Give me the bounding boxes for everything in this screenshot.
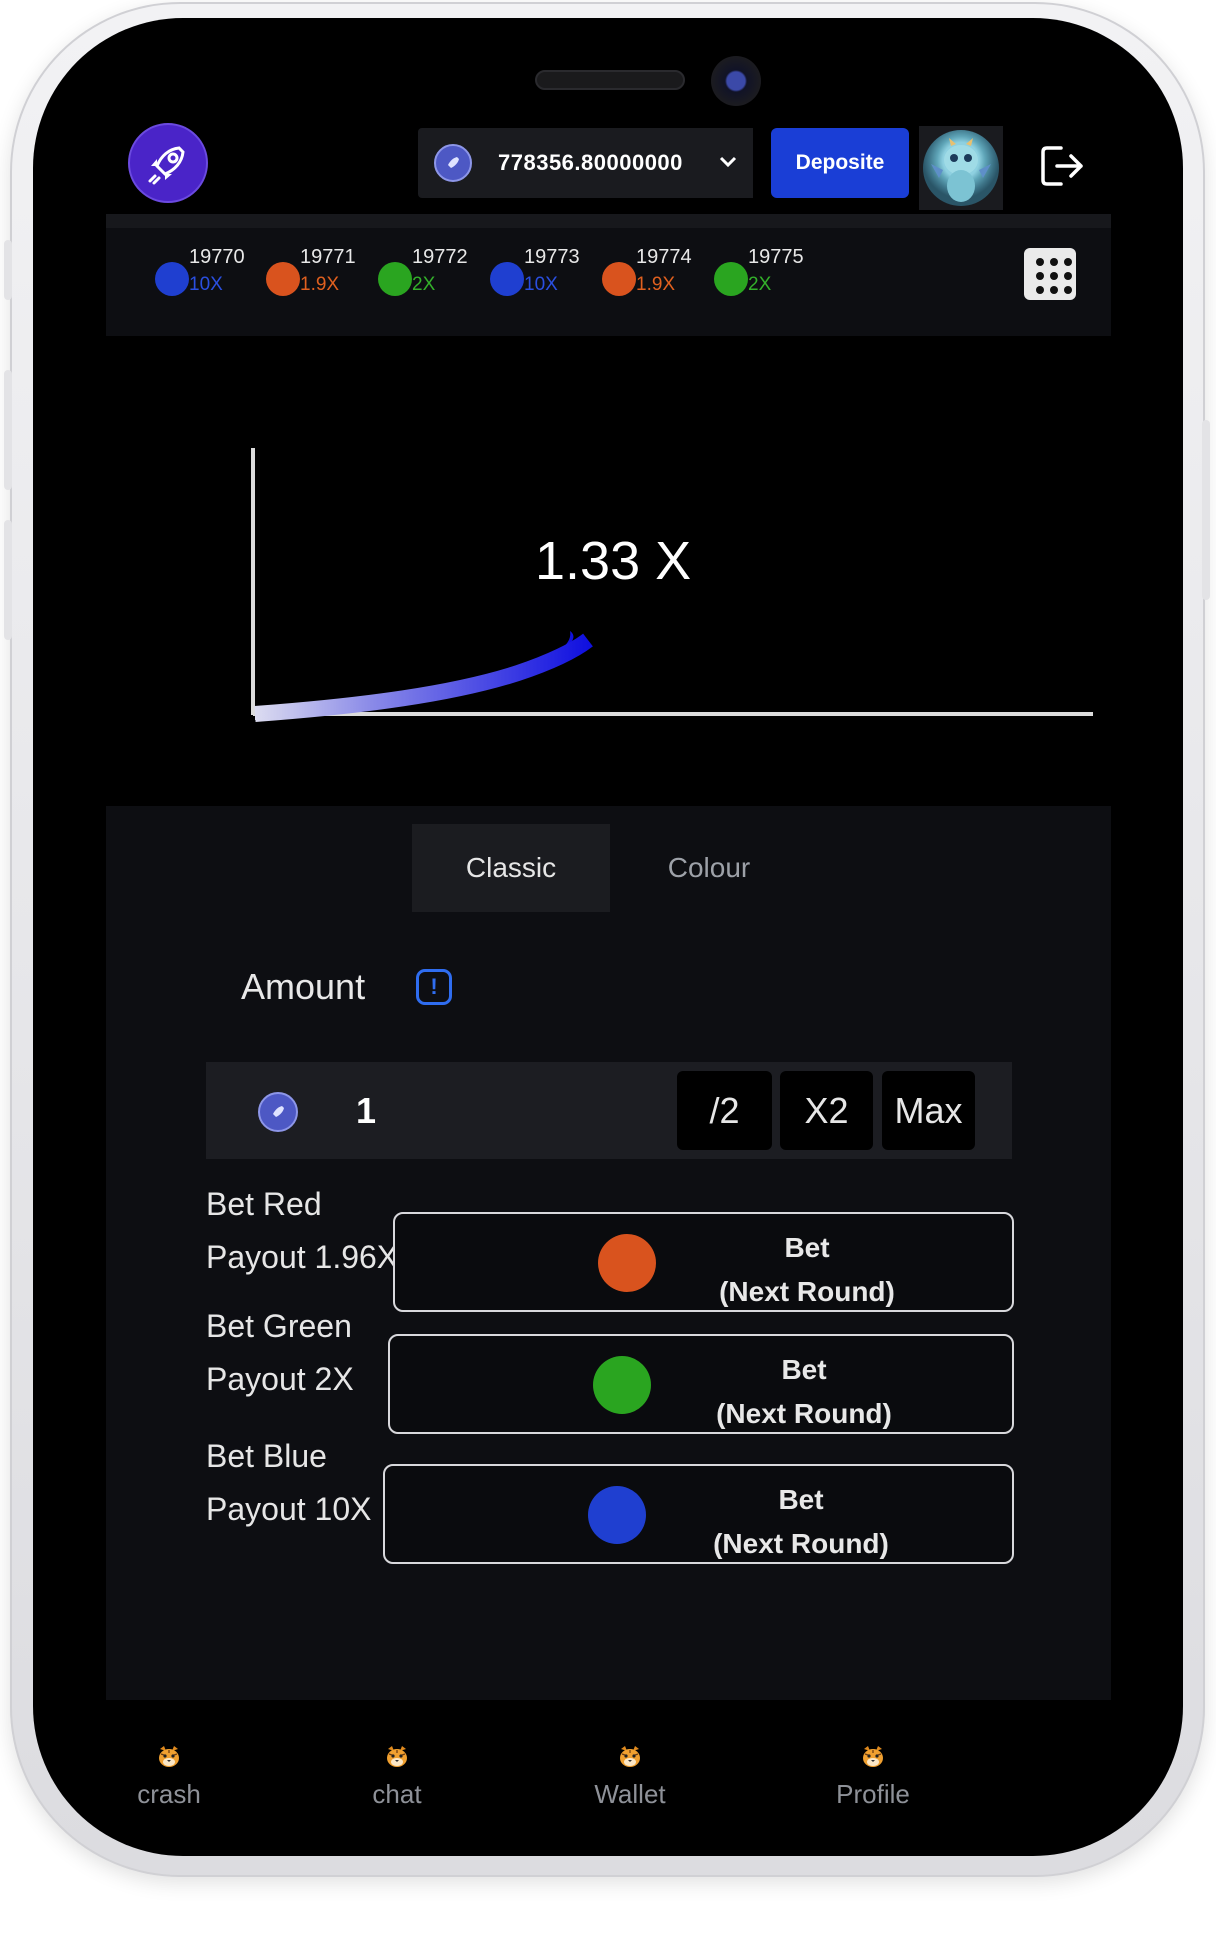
history-round-id: 19770 xyxy=(189,246,245,268)
rocket-logo-icon[interactable] xyxy=(128,123,208,203)
bet-button-line1: Bet xyxy=(781,1354,827,1385)
bet-color-dot xyxy=(593,1356,651,1414)
nav-label: Profile xyxy=(836,1779,910,1809)
phone-side-button xyxy=(1202,420,1210,600)
history-item: 19771 1.9X xyxy=(266,246,376,302)
bet-color-dot xyxy=(598,1234,656,1292)
phone-side-button xyxy=(4,370,12,490)
history-multiplier: 10X xyxy=(524,274,558,295)
history-color-dot xyxy=(378,262,412,296)
logout-icon[interactable] xyxy=(1039,144,1087,188)
bet-button-text: Bet (Next Round) xyxy=(674,1348,934,1436)
avatar[interactable] xyxy=(923,130,999,206)
history-item: 19774 1.9X xyxy=(602,246,712,302)
history-round-id: 19773 xyxy=(524,246,580,268)
history-item: 19773 10X xyxy=(490,246,600,302)
speaker xyxy=(535,70,685,90)
deposit-button[interactable]: Deposite xyxy=(771,128,909,198)
front-camera xyxy=(711,56,761,106)
history-item: 19770 10X xyxy=(155,246,265,302)
bet-payout: Payout 1.96X xyxy=(206,1239,399,1275)
history-color-dot xyxy=(266,262,300,296)
nav-label: chat xyxy=(372,1779,422,1809)
bet-button-line2: (Next Round) xyxy=(716,1398,892,1429)
bet-button-line1: Bet xyxy=(778,1484,824,1515)
history-multiplier: 1.9X xyxy=(636,274,676,295)
history-multiplier: 1.9X xyxy=(300,274,340,295)
amount-value[interactable]: 1 xyxy=(356,1090,376,1132)
tiger-icon xyxy=(159,1746,179,1767)
history-multiplier: 2X xyxy=(412,274,436,295)
info-icon[interactable]: ! xyxy=(416,969,452,1005)
tiger-icon xyxy=(387,1746,407,1767)
amount-field[interactable]: 1 /2 X2 Max xyxy=(206,1062,1012,1159)
history-multiplier: 10X xyxy=(189,274,223,295)
tiger-icon xyxy=(863,1746,883,1767)
bet-button-line1: Bet xyxy=(784,1232,830,1263)
round-history: 19770 10X 19771 1.9X 19772 2X 19773 10X 19774 1.9… xyxy=(106,214,1111,336)
history-round-id: 19774 xyxy=(636,246,692,268)
history-color-dot xyxy=(155,262,189,296)
history-color-dot xyxy=(490,262,524,296)
bet-title: Bet Green xyxy=(206,1308,352,1344)
history-item: 19775 2X xyxy=(714,246,824,302)
nav-item-wallet[interactable]: Wallet xyxy=(555,1743,705,1810)
history-round-id: 19772 xyxy=(412,246,468,268)
bet-payout: Payout 10X xyxy=(206,1491,372,1527)
history-color-dot xyxy=(602,262,636,296)
chevron-down-icon xyxy=(719,156,737,168)
history-round-id: 19775 xyxy=(748,246,804,268)
double-amount-button[interactable]: X2 xyxy=(780,1071,873,1150)
bet-title: Bet Red xyxy=(206,1186,322,1222)
balance-amount: 778356.80000000 xyxy=(498,150,683,175)
bet-row-label: Bet Red Payout 1.96X xyxy=(206,1178,398,1284)
history-multiplier: 2X xyxy=(748,274,772,295)
phone-side-button xyxy=(4,520,12,640)
history-color-dot xyxy=(714,262,748,296)
nav-item-chat[interactable]: chat xyxy=(322,1743,472,1810)
tab-colour[interactable]: Colour xyxy=(610,824,808,912)
bet-payout: Payout 2X xyxy=(206,1361,354,1397)
bet-color-dot xyxy=(588,1486,646,1544)
bet-button[interactable]: Bet (Next Round) xyxy=(393,1212,1014,1312)
nav-item-crash[interactable]: crash xyxy=(94,1743,244,1810)
amount-label: Amount xyxy=(241,966,366,1007)
nav-item-profile[interactable]: Profile xyxy=(798,1743,948,1810)
bet-row-label: Bet Green Payout 2X xyxy=(206,1300,354,1406)
nav-label: crash xyxy=(137,1779,201,1809)
bet-button-text: Bet (Next Round) xyxy=(671,1478,931,1566)
bet-button[interactable]: Bet (Next Round) xyxy=(388,1334,1014,1434)
bet-panel: Classic Colour Amount ! 1 /2 X2 Max Bet … xyxy=(106,806,1111,1700)
nav-label: Wallet xyxy=(594,1779,666,1809)
history-round-id: 19771 xyxy=(300,246,356,268)
bet-button-line2: (Next Round) xyxy=(713,1528,889,1559)
avatar-frame[interactable] xyxy=(919,126,1003,210)
screen: 778356.80000000 Deposite 19770 10X 19771 1.… xyxy=(33,18,1183,1856)
bet-button-line2: (Next Round) xyxy=(719,1276,895,1307)
history-item: 19772 2X xyxy=(378,246,488,302)
max-amount-button[interactable]: Max xyxy=(882,1071,975,1150)
phone-side-button xyxy=(4,240,12,300)
half-amount-button[interactable]: /2 xyxy=(677,1071,772,1150)
tiger-icon xyxy=(620,1746,640,1767)
bet-button-text: Bet (Next Round) xyxy=(677,1226,937,1314)
bet-title: Bet Blue xyxy=(206,1438,327,1474)
bet-row-label: Bet Blue Payout 10X xyxy=(206,1430,371,1536)
grid-menu-icon[interactable] xyxy=(1024,248,1076,300)
coin-icon xyxy=(258,1092,298,1132)
current-multiplier: 1.33 X xyxy=(535,531,692,591)
bet-button[interactable]: Bet (Next Round) xyxy=(383,1464,1014,1564)
tab-classic[interactable]: Classic xyxy=(412,824,610,912)
balance-selector[interactable]: 778356.80000000 xyxy=(418,128,753,198)
coin-icon xyxy=(434,144,472,182)
